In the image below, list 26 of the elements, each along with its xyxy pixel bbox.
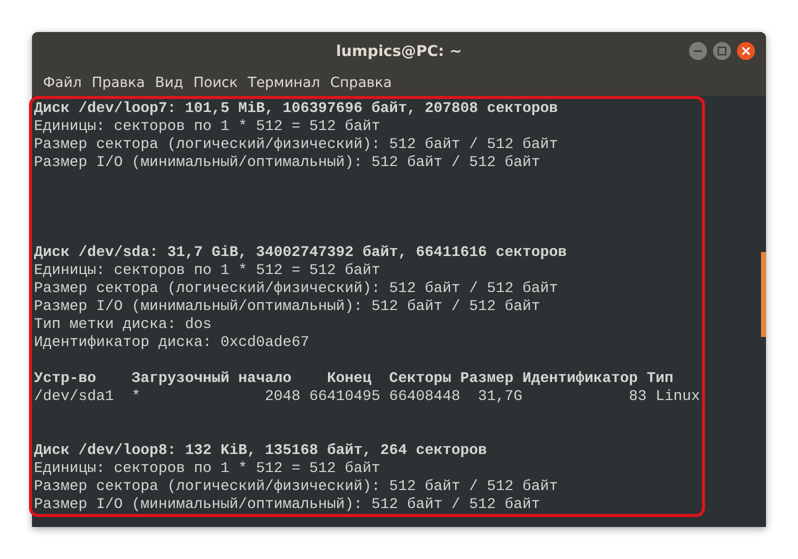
menu-item[interactable]: Файл [38, 74, 87, 91]
terminal-line: Единицы: секторов по 1 * 512 = 512 байт [34, 262, 382, 280]
menu-item[interactable]: Терминал [242, 74, 326, 91]
terminal-line: Диск /dev/sda: 31,7 GiB, 34002747392 байт, 66411616 секторов [34, 244, 568, 262]
terminal-line: /dev/sda1 * 2048 66410495 66408448 31,7G 83 Linux [34, 388, 701, 406]
menu-item[interactable]: Правка [86, 74, 150, 91]
terminal-line: Размер сектора (логический/физический): 512 байт / 512 байт [34, 136, 559, 154]
terminal-line: Размер сектора (логический/физический): 512 байт / 512 байт [34, 478, 559, 496]
terminal-line: Размер I/O (минимальный/оптимальный): 512 байт / 512 байт [34, 154, 542, 172]
scrollbar-thumb[interactable] [761, 252, 766, 337]
terminal-line: Единицы: секторов по 1 * 512 = 512 байт [34, 118, 382, 136]
menu-item[interactable]: Вид [150, 74, 188, 91]
close-icon[interactable] [736, 41, 756, 61]
window-title: lumpics@PC: ~ [336, 42, 462, 60]
terminal-line: Идентификатор диска: 0xcd0ade67 [34, 334, 310, 352]
terminal-line: Размер I/O (минимальный/оптимальный): 512 байт / 512 байт [34, 496, 542, 514]
terminal-line: Диск /dev/loop8: 132 KiB, 135168 байт, 264 секторов [34, 442, 488, 460]
terminal-line: Устр-во Загрузочный начало Конец Секторы Размер Идентификатор Тип [34, 370, 674, 388]
menu-item[interactable]: Поиск [188, 74, 243, 91]
terminal-line: Размер сектора (логический/физический): 512 байт / 512 байт [34, 280, 559, 298]
terminal-line: Размер I/O (минимальный/оптимальный): 512 байт / 512 байт [34, 298, 542, 316]
terminal-line: Диск /dev/loop7: 101,5 MiB, 106397696 байт, 207808 секторов [34, 100, 559, 118]
minimize-icon[interactable] [688, 41, 708, 61]
menu-item[interactable]: Справка [325, 74, 397, 91]
terminal-line: Тип метки диска: dos [34, 316, 213, 334]
terminal-line: Единицы: секторов по 1 * 512 = 512 байт [34, 460, 382, 478]
